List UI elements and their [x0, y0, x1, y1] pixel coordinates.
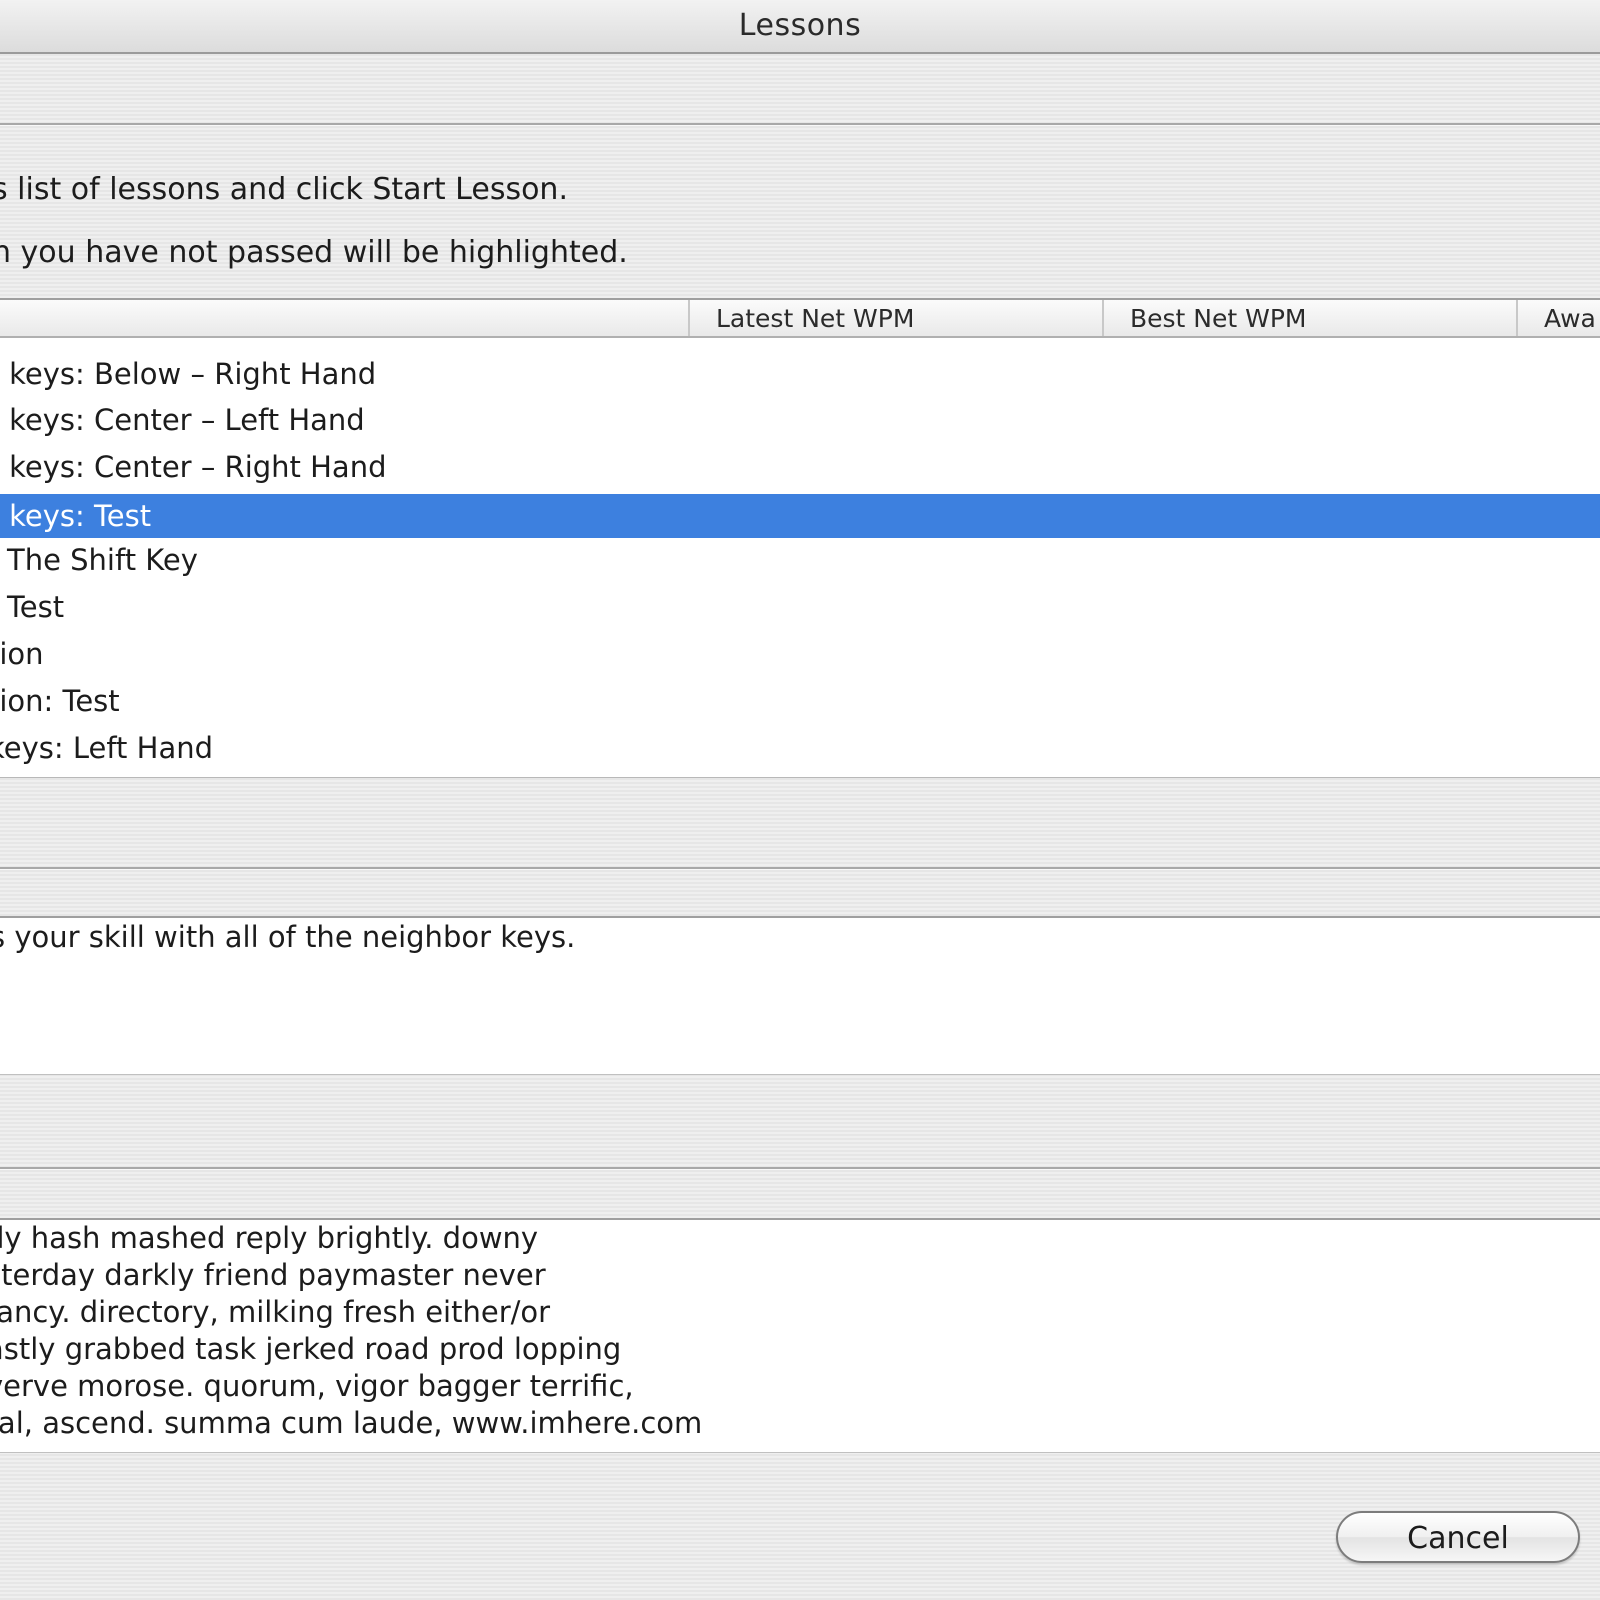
sample-line: sterday darkly friend paymaster never — [0, 1258, 546, 1292]
sample-line: dy hash mashed reply brightly. downy — [0, 1221, 539, 1255]
table-row[interactable]: tion: Test — [0, 679, 1600, 725]
lessons-table[interactable]: Latest Net WPM Best Net WPM Awa r keys: … — [0, 298, 1600, 778]
table-row[interactable]: r keys: Center – Right Hand — [0, 445, 1600, 491]
column-header-awards[interactable]: Awa — [1516, 300, 1600, 336]
instruction-line-1: s list of lessons and click Start Lesson… — [0, 172, 568, 207]
lesson-description-text: s your skill with all of the neighbor ke… — [0, 920, 576, 954]
column-header-lesson[interactable] — [0, 300, 688, 336]
column-header-best-net-wpm[interactable]: Best Net WPM — [1102, 300, 1516, 336]
separator — [0, 1167, 1600, 1170]
lesson-sample-text[interactable]: dy hash mashed reply brightly. downy ste… — [0, 1218, 1600, 1453]
table-row[interactable]: : The Shift Key — [0, 538, 1600, 584]
table-row[interactable]: r keys: Center – Left Hand — [0, 398, 1600, 444]
separator — [0, 123, 1600, 126]
separator — [0, 867, 1600, 870]
window-title: Lessons — [738, 8, 862, 43]
lesson-description: s your skill with all of the neighbor ke… — [0, 916, 1600, 1075]
column-header-latest-net-wpm[interactable]: Latest Net WPM — [688, 300, 1102, 336]
sample-line: fancy. directory, milking fresh either/o… — [0, 1295, 551, 1329]
cancel-button[interactable]: Cancel — [1336, 1511, 1580, 1563]
sample-line: verve morose. quorum, vigor bagger terri… — [0, 1369, 634, 1403]
sample-line: astly grabbed task jerked road prod lopp… — [0, 1332, 622, 1366]
sample-line: ral, ascend. summa cum laude, www.imhere… — [0, 1406, 703, 1440]
table-row[interactable]: : Test — [0, 585, 1600, 631]
table-row-selected[interactable]: r keys: Test — [0, 494, 1600, 538]
instruction-line-2: n you have not passed will be highlighte… — [0, 235, 628, 270]
table-header: Latest Net WPM Best Net WPM Awa — [0, 300, 1600, 338]
table-row[interactable]: keys: Left Hand — [0, 726, 1600, 772]
table-row[interactable]: r keys: Below – Right Hand — [0, 352, 1600, 398]
table-row[interactable]: tion — [0, 632, 1600, 678]
